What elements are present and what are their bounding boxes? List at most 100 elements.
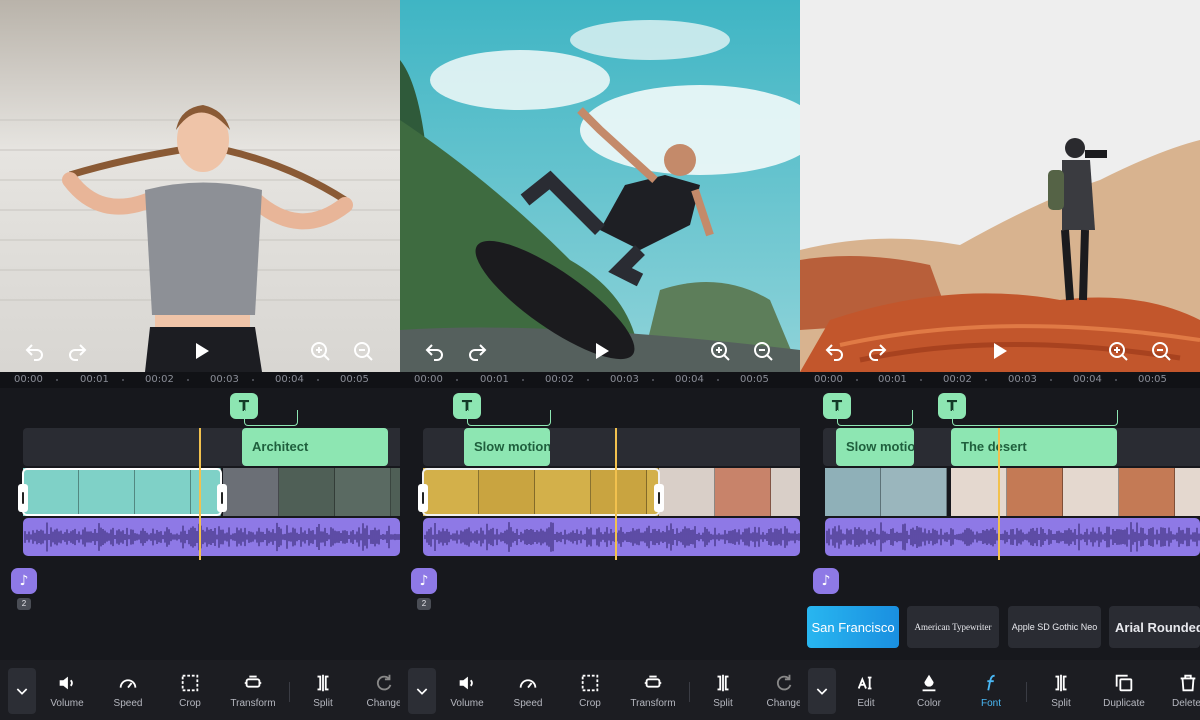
video-frame [335,468,391,516]
redo-button[interactable] [864,338,890,364]
audio-track[interactable] [23,518,400,556]
undo-icon [825,344,843,361]
zoom-out-button[interactable] [350,338,376,364]
ruler-dot [187,379,189,381]
music-track-button[interactable]: ♪ [813,568,839,594]
tool-delete[interactable]: Delete [1157,672,1200,709]
split-icon [693,672,753,694]
music-count-badge: 2 [17,598,31,610]
redo-icon [469,344,487,361]
play-button[interactable] [986,338,1012,364]
text-clip[interactable]: Architect [242,428,388,466]
tool-label: Speed [513,698,543,709]
toolbar-separator [1026,682,1027,702]
music-track-button[interactable]: ♪ [411,568,437,594]
clip-trim-handle-left[interactable] [18,484,28,512]
redo-button[interactable] [64,338,90,364]
tool-split[interactable]: Split [293,672,353,709]
split-icon [293,672,353,694]
crop-icon [560,672,620,694]
tool-color[interactable]: Color [899,672,959,709]
video-frame [1063,468,1119,516]
bottom-toolbar: Edit Color Font Split Duplicate Delete [800,660,1200,720]
selected-clip[interactable] [22,468,222,516]
zoom-in-button[interactable] [307,338,333,364]
zoom-out-button[interactable] [750,338,776,364]
zoom-in-button[interactable] [1105,338,1131,364]
playhead[interactable] [615,428,617,560]
ruler-label: 00:02 [943,374,972,385]
play-button[interactable] [588,338,614,364]
timeline[interactable]: T Architect ♪ 2 [0,388,400,660]
collapse-toolbar-button[interactable] [8,668,36,714]
video-track[interactable] [825,468,1200,516]
tool-volume[interactable]: Volume [437,672,497,709]
play-icon [994,343,1007,359]
audio-track[interactable] [825,518,1200,556]
zoom-in-icon [711,342,730,361]
text-clip[interactable]: Slow motion [836,428,914,466]
tool-edit[interactable]: Edit [836,672,896,709]
clip-trim-handle-right[interactable] [654,484,664,512]
tool-crop[interactable]: Crop [160,672,220,709]
ruler-dot [456,379,458,381]
tool-transform[interactable]: Transform [623,672,683,709]
playhead[interactable] [998,428,1000,560]
time-ruler[interactable]: 00:00 00:01 00:02 00:03 00:04 00:05 [400,372,800,388]
text-clip[interactable]: Slow motion [464,428,550,466]
chevron-down-icon [816,688,828,695]
tool-speed[interactable]: Speed [498,672,558,709]
ruler-dot [1050,379,1052,381]
zoom-out-button[interactable] [1148,338,1174,364]
redo-button[interactable] [464,338,490,364]
audio-track[interactable] [423,518,800,556]
collapse-toolbar-button[interactable] [408,668,436,714]
ruler-dot [652,379,654,381]
tool-change[interactable]: Change [354,672,400,709]
clip-trim-handle-right[interactable] [217,484,227,512]
music-track-button[interactable]: ♪ [11,568,37,594]
ruler-label: 00:04 [1073,374,1102,385]
tool-speed[interactable]: Speed [98,672,158,709]
undo-button[interactable] [822,338,848,364]
font-option-san-francisco[interactable]: San Francisco [807,606,899,648]
clip-trim-handle-left[interactable] [418,484,428,512]
undo-button[interactable] [422,338,448,364]
tool-label: Crop [579,698,601,709]
tool-split[interactable]: Split [1031,672,1091,709]
toolbar-separator [289,682,290,702]
volume-icon [437,672,497,694]
play-button[interactable] [188,338,214,364]
text-clip[interactable]: The desert [951,428,1117,466]
tool-volume[interactable]: Volume [37,672,97,709]
tool-label: Duplicate [1103,698,1145,709]
speed-icon [498,672,558,694]
tool-duplicate[interactable]: Duplicate [1094,672,1154,709]
collapse-toolbar-button[interactable] [808,668,836,714]
tool-label: Speed [113,698,143,709]
tool-change[interactable]: Change [754,672,800,709]
zoom-out-icon [754,342,773,361]
tool-label: Transform [630,698,676,709]
font-option-apple-sd-gothic-neo[interactable]: Apple SD Gothic Neo [1008,606,1101,648]
undo-button[interactable] [22,338,48,364]
ruler-label: 00:05 [1138,374,1167,385]
tool-label: Volume [50,698,84,709]
tool-font[interactable]: Font [961,672,1021,709]
zoom-in-button[interactable] [707,338,733,364]
playhead[interactable] [199,428,201,560]
zoom-in-icon [1109,342,1128,361]
font-option-american-typewriter[interactable]: American Typewriter [907,606,999,648]
speed-icon [98,672,158,694]
text-marker-bracket [244,410,298,426]
crop-icon [160,672,220,694]
timeline[interactable]: T Slow motion ♪ 2 [400,388,800,660]
tool-crop[interactable]: Crop [560,672,620,709]
tool-split[interactable]: Split [693,672,753,709]
time-ruler[interactable]: 00:00 00:01 00:02 00:03 00:04 00:05 [800,372,1200,388]
font-option-arial-rounded[interactable]: Arial Rounded [1109,606,1200,648]
selected-clip[interactable] [422,468,660,516]
video-frame [279,468,335,516]
time-ruler[interactable]: 00:00 00:01 00:02 00:03 00:04 00:05 [0,372,400,388]
tool-transform[interactable]: Transform [223,672,283,709]
